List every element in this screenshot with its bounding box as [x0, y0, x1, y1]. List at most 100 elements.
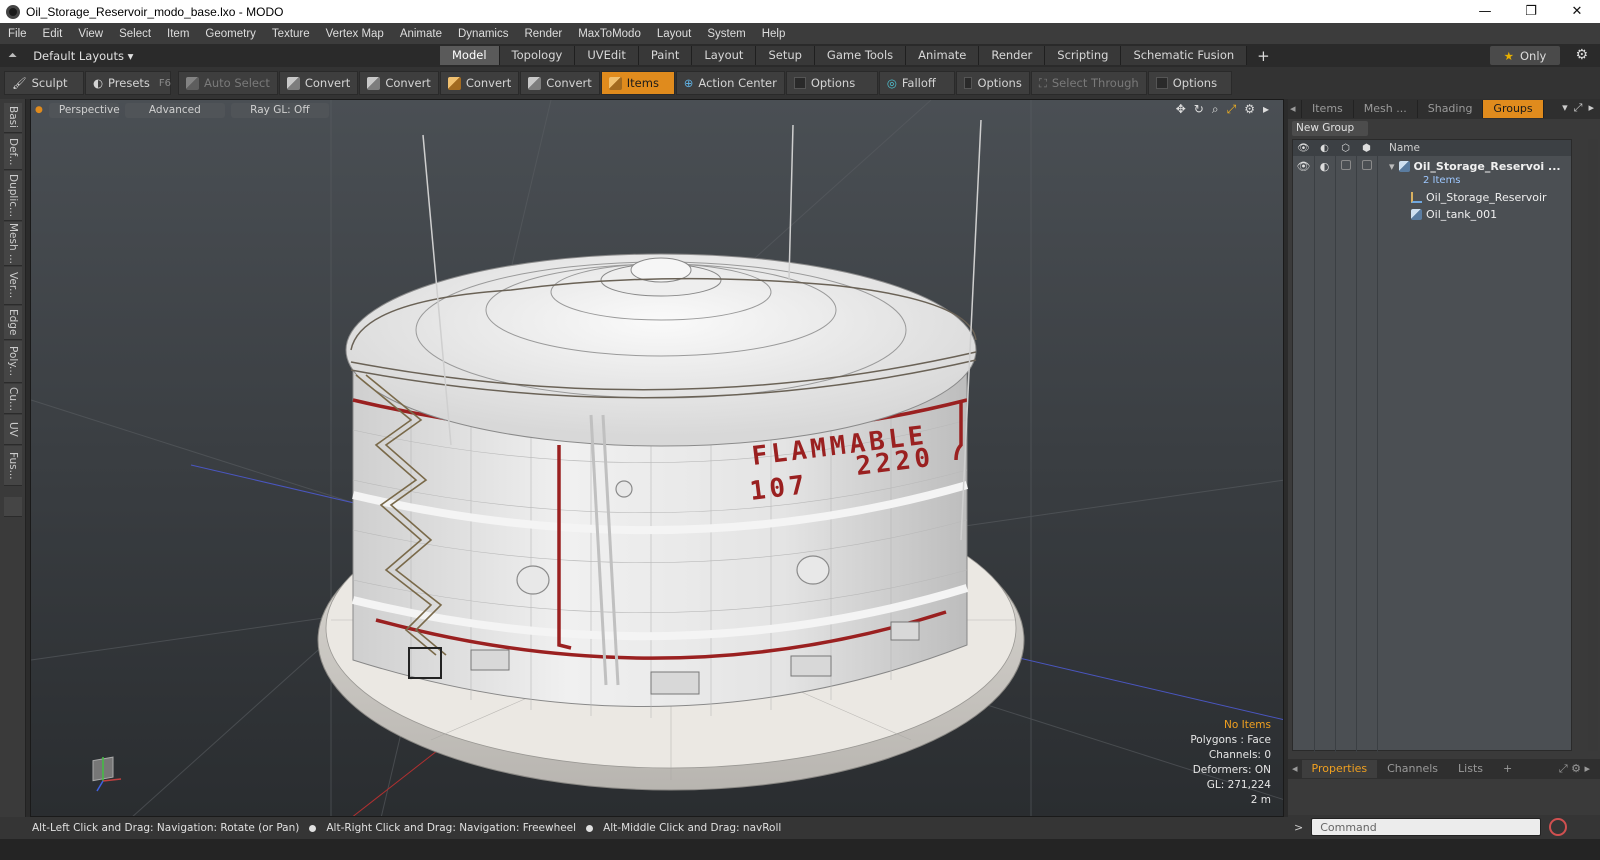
- tab-groups[interactable]: Groups: [1483, 100, 1544, 118]
- left-tab-extra[interactable]: [4, 497, 22, 517]
- left-tab-basic[interactable]: Basi: [4, 103, 22, 133]
- tab-properties[interactable]: Properties: [1301, 760, 1378, 778]
- menu-edit[interactable]: Edit: [35, 28, 71, 40]
- default-layouts-dropdown[interactable]: ⏶ Default Layouts ▾: [0, 48, 440, 63]
- gear-icon[interactable]: ⚙: [1575, 47, 1588, 63]
- menu-view[interactable]: View: [70, 28, 111, 40]
- action-center-options-button[interactable]: Options: [785, 71, 878, 95]
- menu-geometry[interactable]: Geometry: [197, 28, 264, 40]
- close-button[interactable]: ✕: [1554, 0, 1600, 23]
- options-checkbox-icon-3: [1155, 77, 1168, 89]
- auto-select-button[interactable]: Auto Select: [178, 71, 278, 95]
- items-mode-button[interactable]: Items: [600, 71, 675, 95]
- restore-button[interactable]: ❐: [1508, 0, 1554, 23]
- menu-help[interactable]: Help: [754, 28, 794, 40]
- convert-materials-button[interactable]: Convert: [520, 71, 600, 95]
- left-tab-curve[interactable]: Cu...: [4, 384, 22, 414]
- properties-maximize-icon[interactable]: ⤢ ⚙ ▸: [1549, 760, 1600, 778]
- command-history-button[interactable]: [1549, 818, 1568, 836]
- convert-vertices-button[interactable]: Convert: [278, 71, 359, 95]
- tab-dropdown-icon[interactable]: ▾: [1562, 101, 1568, 115]
- tab-channels[interactable]: Channels: [1377, 760, 1448, 778]
- only-toggle[interactable]: ★ Only: [1490, 46, 1560, 65]
- convert-edges-button[interactable]: Convert: [359, 71, 439, 95]
- tab-model[interactable]: Model: [440, 46, 500, 65]
- menu-dynamics[interactable]: Dynamics: [450, 28, 516, 40]
- scene-render[interactable]: FLAMMABLE 107 2220: [31, 100, 1284, 817]
- convert-polygons-button[interactable]: Convert: [439, 71, 520, 95]
- group-lock-checkbox[interactable]: [1340, 160, 1351, 170]
- rotate-icon[interactable]: ↻: [1194, 102, 1204, 117]
- zoom-icon[interactable]: ⌕: [1212, 102, 1219, 117]
- viewport-expand-icon[interactable]: ▸: [1263, 102, 1269, 117]
- left-tab-vertex[interactable]: Ver...: [4, 267, 22, 305]
- tree-scrollbar[interactable]: [1588, 139, 1598, 751]
- menu-animate[interactable]: Animate: [392, 28, 450, 40]
- tab-lists[interactable]: Lists: [1448, 760, 1493, 778]
- properties-menu-icon[interactable]: ◂: [1288, 760, 1302, 778]
- viewport-settings-icon[interactable]: ⚙: [1244, 102, 1255, 117]
- left-tab-uv[interactable]: UV: [4, 415, 22, 445]
- group-select-checkbox[interactable]: [1361, 160, 1372, 170]
- panel-menu-icon[interactable]: ◂: [1288, 100, 1302, 118]
- left-tab-edge[interactable]: Edge: [4, 306, 22, 340]
- raygl-toggle[interactable]: Ray GL: Off: [230, 102, 329, 118]
- fit-icon[interactable]: ⤢: [1227, 102, 1237, 117]
- tab-layout[interactable]: Layout: [692, 46, 757, 65]
- menu-item[interactable]: Item: [159, 28, 197, 40]
- select-through-options-button[interactable]: Options: [1147, 71, 1232, 95]
- tree-row-mesh[interactable]: Oil_tank_001: [1293, 206, 1571, 223]
- menu-vertex-map[interactable]: Vertex Map: [318, 28, 392, 40]
- falloff-button[interactable]: ◎ Falloff: [878, 71, 955, 95]
- falloff-options-button[interactable]: Options: [955, 71, 1030, 95]
- menu-render[interactable]: Render: [516, 28, 570, 40]
- action-center-button[interactable]: ⊕ Action Center: [675, 71, 785, 95]
- viewport-menu-dot[interactable]: ●: [35, 105, 43, 115]
- tab-setup[interactable]: Setup: [756, 46, 815, 65]
- panel-collapse-icon[interactable]: ▸: [1588, 101, 1594, 115]
- tab-scripting[interactable]: Scripting: [1045, 46, 1122, 65]
- tab-game-tools[interactable]: Game Tools: [814, 46, 907, 65]
- tab-paint[interactable]: Paint: [638, 46, 693, 65]
- lock-column-icon[interactable]: ⬡: [1335, 143, 1356, 154]
- new-group-button[interactable]: New Group: [1292, 121, 1368, 136]
- shading-dropdown[interactable]: Advanced: [124, 102, 225, 118]
- render-column-icon[interactable]: ◐: [1314, 143, 1335, 154]
- panel-maximize-icon[interactable]: ⤢: [1574, 101, 1583, 115]
- select-column-icon[interactable]: ⬢: [1356, 143, 1377, 154]
- menu-file[interactable]: File: [0, 28, 35, 40]
- tab-animate[interactable]: Animate: [906, 46, 980, 65]
- menu-maxtomodo[interactable]: MaxToModo: [570, 28, 649, 40]
- left-tab-fusion[interactable]: Fus...: [4, 446, 22, 486]
- locator-label: Oil_Storage_Reservoir: [1426, 191, 1547, 204]
- tab-schematic-fusion[interactable]: Schematic Fusion: [1121, 46, 1248, 65]
- visibility-column-icon[interactable]: 👁: [1293, 143, 1314, 154]
- status-hint-rotate: Alt-Left Click and Drag: Navigation: Rot…: [32, 822, 300, 834]
- tab-shading[interactable]: Shading: [1418, 100, 1484, 118]
- tab-items[interactable]: Items: [1302, 100, 1354, 118]
- minimize-button[interactable]: —: [1462, 0, 1508, 23]
- menu-system[interactable]: System: [699, 28, 753, 40]
- menu-texture[interactable]: Texture: [264, 28, 318, 40]
- add-tab-button[interactable]: +: [1247, 47, 1280, 65]
- presets-button[interactable]: ◐ Presets F6: [85, 71, 171, 95]
- tab-render[interactable]: Render: [979, 46, 1046, 65]
- left-tab-polygon[interactable]: Poly...: [4, 341, 22, 383]
- tab-uvedit[interactable]: UVEdit: [575, 46, 639, 65]
- tab-topology[interactable]: Topology: [499, 46, 576, 65]
- left-tab-mesh[interactable]: Mesh ...: [4, 222, 22, 266]
- menu-layout[interactable]: Layout: [649, 28, 700, 40]
- left-tab-duplicate[interactable]: Duplic...: [4, 171, 22, 221]
- right-panel: ◂ Items Mesh ... Shading Groups ▾ ⤢ ▸ Ne…: [1288, 99, 1600, 839]
- tab-mesh[interactable]: Mesh ...: [1354, 100, 1418, 118]
- select-through-button[interactable]: ⛶ Select Through: [1030, 71, 1147, 95]
- add-properties-tab-icon[interactable]: +: [1493, 760, 1522, 778]
- menu-select[interactable]: Select: [111, 28, 159, 40]
- left-tab-deform[interactable]: Def...: [4, 134, 22, 170]
- command-input[interactable]: Command: [1311, 818, 1542, 836]
- tree-row-locator[interactable]: Oil_Storage_Reservoir: [1293, 189, 1571, 206]
- pan-icon[interactable]: ✥: [1176, 102, 1186, 117]
- 3d-viewport[interactable]: FLAMMABLE 107 2220 ● Perspective Advance…: [30, 99, 1284, 817]
- perspective-dropdown[interactable]: Perspective: [48, 102, 120, 118]
- sculpt-button[interactable]: 🖌 Sculpt: [4, 71, 84, 95]
